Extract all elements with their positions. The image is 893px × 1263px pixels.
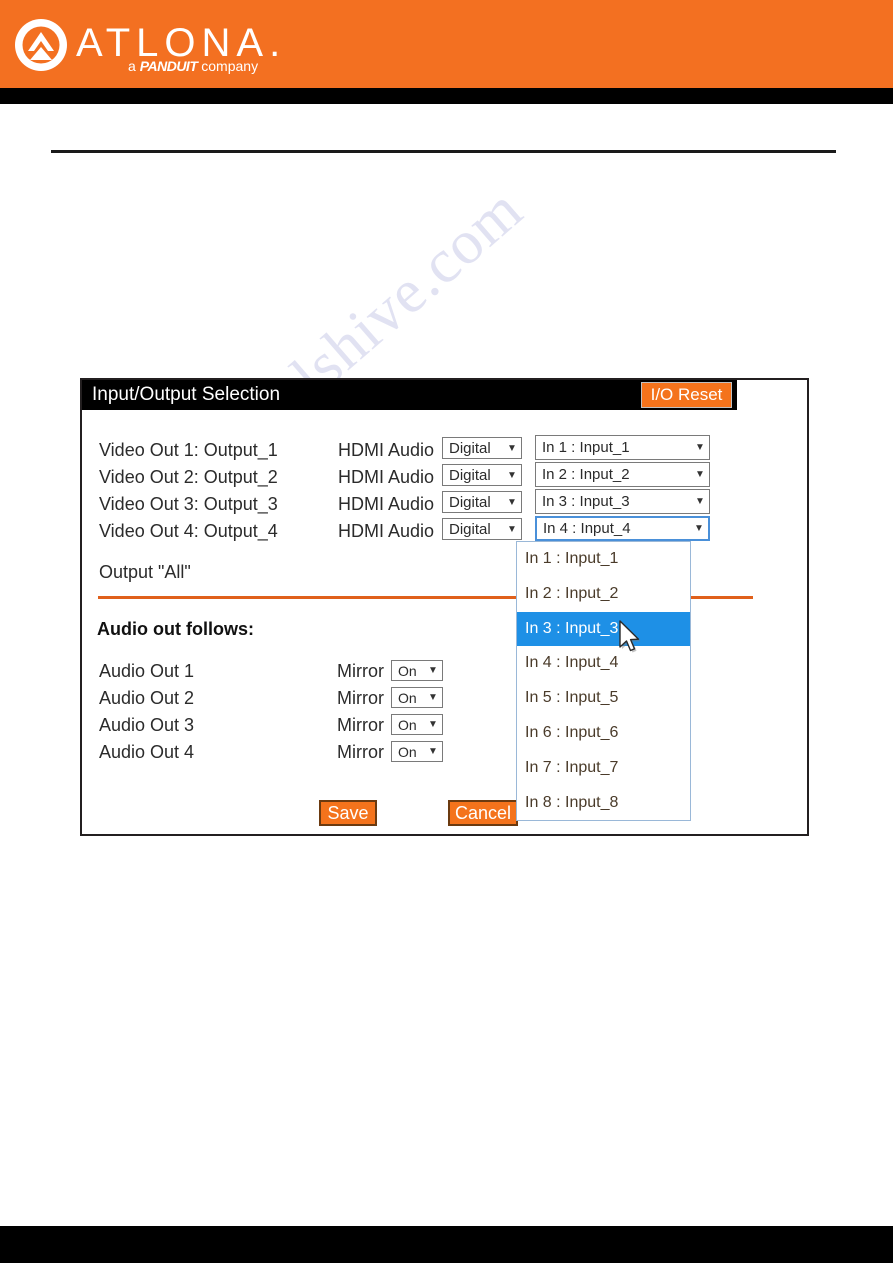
mirror-select[interactable]: On ▼: [391, 741, 443, 762]
video-out-label: Video Out 3: Output_3: [99, 494, 278, 514]
hdmi-audio-value: Digital: [449, 493, 491, 511]
io-reset-button[interactable]: I/O Reset: [641, 382, 732, 408]
mirror-select[interactable]: On ▼: [391, 687, 443, 708]
atlona-chevron-logo-icon: [14, 18, 68, 72]
page-title: Input/Output Selection: [92, 384, 281, 405]
dropdown-option[interactable]: In 7 : Input_7: [517, 751, 690, 786]
mirror-label: Mirror: [337, 688, 384, 708]
hdmi-audio-value: Digital: [449, 466, 491, 484]
hdmi-audio-select[interactable]: Digital ▼: [442, 437, 522, 459]
hdmi-audio-label: HDMI Audio: [338, 521, 435, 541]
chevron-down-icon: ▼: [428, 746, 438, 757]
mirror-select[interactable]: On ▼: [391, 660, 443, 681]
mirror-value: On: [398, 743, 417, 760]
audio-out-label: Audio Out 4: [99, 742, 195, 762]
chevron-down-icon: ▼: [507, 523, 517, 535]
mirror-select[interactable]: On ▼: [391, 714, 443, 735]
hdmi-audio-label: HDMI Audio: [338, 494, 435, 514]
audio-out-label: Audio Out 1: [99, 661, 195, 681]
video-input-dropdown-list[interactable]: In 1 : Input_1 In 2 : Input_2 In 3 : Inp…: [516, 541, 691, 821]
video-input-value: In 3 : Input_3: [542, 493, 630, 510]
video-out-label: Video Out 1: Output_1: [99, 440, 278, 460]
chevron-down-icon: ▼: [507, 469, 517, 481]
video-input-select[interactable]: In 2 : Input_2 ▼: [535, 462, 710, 487]
video-input-select-open[interactable]: In 4 : Input_4 ▼: [535, 516, 710, 541]
input-output-selection-panel: Input/Output Selection I/O Reset Video O…: [80, 378, 809, 836]
mirror-value: On: [398, 716, 417, 733]
header-black-bar: [0, 88, 893, 104]
video-input-value: In 4 : Input_4: [543, 520, 631, 537]
page-footer-bar: [0, 1226, 893, 1263]
video-out-label: Video Out 2: Output_2: [99, 467, 278, 487]
tagline-prefix: a: [128, 58, 140, 74]
mirror-value: On: [398, 689, 417, 706]
save-button[interactable]: Save: [319, 800, 377, 826]
hdmi-audio-select[interactable]: Digital ▼: [442, 464, 522, 486]
dropdown-option[interactable]: In 8 : Input_8: [517, 786, 690, 821]
mirror-label: Mirror: [337, 742, 384, 762]
page-top-rule: [51, 150, 836, 153]
audio-out-label: Audio Out 2: [99, 688, 195, 708]
mirror-value: On: [398, 662, 417, 679]
brand-tagline: a PANDUIT company: [128, 58, 258, 74]
mirror-label: Mirror: [337, 661, 384, 681]
brand-header: ATLONA. a PANDUIT company: [0, 0, 893, 88]
panel-title-bar: Input/Output Selection I/O Reset: [82, 380, 737, 410]
video-input-select[interactable]: In 1 : Input_1 ▼: [535, 435, 710, 460]
chevron-down-icon: ▼: [694, 523, 704, 534]
chevron-down-icon: ▼: [695, 496, 705, 507]
output-all-label: Output "All": [99, 562, 191, 582]
video-input-value: In 2 : Input_2: [542, 466, 630, 483]
hdmi-audio-label: HDMI Audio: [338, 467, 435, 487]
dropdown-option[interactable]: In 2 : Input_2: [517, 577, 690, 612]
chevron-down-icon: ▼: [695, 469, 705, 480]
dropdown-option[interactable]: In 5 : Input_5: [517, 681, 690, 716]
hdmi-audio-select[interactable]: Digital ▼: [442, 491, 522, 513]
panduit-wordmark: PANDUIT: [139, 58, 198, 74]
hdmi-audio-select[interactable]: Digital ▼: [442, 518, 522, 540]
chevron-down-icon: ▼: [428, 692, 438, 703]
video-out-label: Video Out 4: Output_4: [99, 521, 278, 541]
hdmi-audio-value: Digital: [449, 439, 491, 457]
chevron-down-icon: ▼: [428, 719, 438, 730]
chevron-down-icon: ▼: [428, 665, 438, 676]
mirror-label: Mirror: [337, 715, 384, 735]
audio-out-label: Audio Out 3: [99, 715, 195, 735]
hdmi-audio-value: Digital: [449, 520, 491, 538]
video-input-value: In 1 : Input_1: [542, 439, 630, 456]
tagline-suffix: company: [197, 58, 259, 74]
video-input-select[interactable]: In 3 : Input_3 ▼: [535, 489, 710, 514]
chevron-down-icon: ▼: [507, 496, 517, 508]
dropdown-option-selected[interactable]: In 3 : Input_3: [517, 611, 690, 647]
chevron-down-icon: ▼: [695, 442, 705, 453]
audio-section-title: Audio out follows:: [97, 619, 254, 639]
hdmi-audio-label: HDMI Audio: [338, 440, 435, 460]
dropdown-option[interactable]: In 1 : Input_1: [517, 542, 690, 577]
dropdown-option[interactable]: In 4 : Input_4: [517, 646, 690, 681]
dropdown-option[interactable]: In 6 : Input_6: [517, 716, 690, 751]
chevron-down-icon: ▼: [507, 442, 517, 454]
cancel-button[interactable]: Cancel: [448, 800, 518, 826]
